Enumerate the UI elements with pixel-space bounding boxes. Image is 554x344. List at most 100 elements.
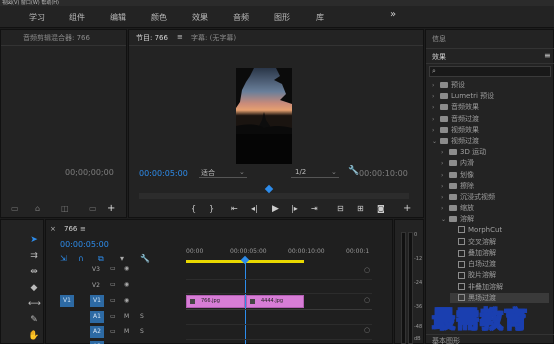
scroll-handle-icon[interactable]: ○ bbox=[364, 266, 370, 274]
workspace-tab-libraries[interactable]: 库 bbox=[316, 12, 324, 23]
tab-effects[interactable]: 效果 bbox=[432, 52, 446, 62]
program-current-timecode[interactable]: 00:00:05:00 bbox=[139, 169, 188, 178]
chevron-right-icon[interactable]: › bbox=[432, 127, 440, 134]
hand-tool-icon[interactable]: ✋ bbox=[28, 330, 40, 342]
wrench-icon[interactable]: 🔧 bbox=[140, 254, 150, 263]
panel-menu-icon[interactable]: ≡ bbox=[80, 225, 86, 233]
razor-tool-icon[interactable]: ◆ bbox=[28, 282, 40, 294]
time-ruler[interactable]: 00:00 00:00:05:00 00:00:10:00 00:00:1 bbox=[186, 244, 386, 266]
timeline-timecode[interactable]: 00:00:05:00 bbox=[60, 240, 109, 249]
insert-icon[interactable]: ⊟ bbox=[337, 204, 344, 213]
chevron-right-icon[interactable]: › bbox=[441, 183, 449, 190]
workspace-tab-learn[interactable]: 学习 bbox=[29, 12, 45, 23]
sync-lock-icon[interactable]: ▭ bbox=[110, 265, 116, 272]
selection-tool-icon[interactable]: ➤ bbox=[28, 234, 40, 246]
eye-icon[interactable]: ◉ bbox=[124, 265, 129, 272]
mute-button[interactable]: M bbox=[124, 328, 129, 335]
effect-item[interactable]: MorphCut bbox=[450, 226, 502, 234]
effect-folder[interactable]: › 音频效果 bbox=[432, 102, 479, 112]
chevron-right-icon[interactable]: › bbox=[432, 82, 440, 89]
slip-tool-icon[interactable]: ⟷ bbox=[28, 298, 41, 310]
panel-menu-icon[interactable]: ≡ bbox=[177, 33, 183, 41]
clip-4444[interactable]: 4444.jpg bbox=[246, 295, 304, 308]
more-workspaces-button[interactable]: » bbox=[390, 9, 396, 20]
track-target-a2[interactable]: A2 bbox=[90, 326, 104, 338]
sync-lock-icon[interactable]: ▭ bbox=[110, 297, 116, 304]
solo-button[interactable]: S bbox=[140, 313, 144, 320]
effect-folder[interactable]: › 沉浸式视频 bbox=[441, 192, 495, 202]
workspace-tab-graphics[interactable]: 图形 bbox=[274, 12, 290, 23]
go-to-out-icon[interactable]: ⇥ bbox=[311, 204, 318, 213]
workspace-tab-color[interactable]: 颜色 bbox=[151, 12, 167, 23]
effect-item[interactable]: 胶片溶解 bbox=[450, 270, 496, 280]
wrench-icon[interactable]: 🔧 bbox=[348, 166, 359, 176]
tool-icon[interactable]: ▭ bbox=[11, 204, 19, 213]
nest-icon[interactable]: ⇲ bbox=[60, 254, 67, 263]
eye-icon[interactable]: ◉ bbox=[124, 281, 129, 288]
export-frame-icon[interactable]: ◙ bbox=[377, 204, 385, 213]
effect-folder[interactable]: › 音频过渡 bbox=[432, 114, 479, 124]
playhead-scrub-bar[interactable] bbox=[139, 193, 409, 199]
chevron-right-icon[interactable]: › bbox=[432, 116, 440, 123]
linked-selection-icon[interactable]: ⧉ bbox=[98, 254, 104, 264]
tab-captions[interactable]: 字幕: (无字幕) bbox=[191, 33, 236, 43]
scroll-handle-icon[interactable]: ○ bbox=[364, 296, 370, 304]
sync-lock-icon[interactable]: ▭ bbox=[110, 328, 116, 335]
track-select-tool-icon[interactable]: ⇉ bbox=[28, 250, 40, 262]
workspace-tab-editing[interactable]: 编辑 bbox=[110, 12, 126, 23]
resolution-select[interactable]: 1/2 ⌄ bbox=[291, 167, 339, 178]
eye-icon[interactable]: ◉ bbox=[124, 297, 129, 304]
mute-button[interactable]: M bbox=[124, 313, 129, 320]
effect-folder[interactable]: › 3D 运动 bbox=[441, 147, 486, 157]
close-icon[interactable]: × bbox=[50, 225, 56, 233]
chevron-down-icon[interactable]: ⌄ bbox=[432, 138, 440, 145]
info-panel-title[interactable]: 信息 bbox=[432, 34, 446, 44]
chevron-right-icon[interactable]: › bbox=[441, 205, 449, 212]
track-target-v1[interactable]: V1 bbox=[90, 295, 104, 307]
play-icon[interactable]: ▶ bbox=[272, 204, 279, 214]
effect-item[interactable]: 叠加溶解 bbox=[450, 248, 496, 258]
effect-folder[interactable]: › 内滑 bbox=[441, 158, 474, 168]
chevron-right-icon[interactable]: › bbox=[441, 172, 449, 179]
workspace-tab-effects[interactable]: 效果 bbox=[192, 12, 208, 23]
chevron-right-icon[interactable]: › bbox=[432, 104, 440, 111]
add-marker-icon[interactable]: ▾ bbox=[120, 254, 124, 263]
workspace-tab-assembly[interactable]: 组件 bbox=[69, 12, 85, 23]
sync-lock-icon[interactable]: ▭ bbox=[110, 313, 116, 320]
step-back-icon[interactable]: ◂| bbox=[251, 204, 258, 213]
effect-folder[interactable]: › 视频效果 bbox=[432, 125, 479, 135]
go-to-in-icon[interactable]: ⇤ bbox=[231, 204, 238, 213]
solo-button[interactable]: S bbox=[140, 328, 144, 335]
pen-tool-icon[interactable]: ✎ bbox=[28, 314, 40, 326]
track-target-a1[interactable]: A1 bbox=[90, 311, 104, 323]
essential-graphics-tab[interactable]: 基本图形 bbox=[426, 334, 554, 344]
mark-in-icon[interactable]: { bbox=[191, 204, 196, 213]
tool-icon[interactable]: ◫ bbox=[61, 204, 69, 213]
sync-lock-icon[interactable]: ▭ bbox=[110, 281, 116, 288]
add-button[interactable]: + bbox=[403, 203, 411, 214]
source-patch-v1[interactable]: V1 bbox=[60, 295, 74, 307]
snap-icon[interactable]: ∩ bbox=[78, 254, 84, 263]
playhead-marker[interactable] bbox=[264, 184, 274, 194]
step-forward-icon[interactable]: |▸ bbox=[291, 204, 298, 213]
effect-folder[interactable]: ⌄ 溶解 bbox=[441, 214, 474, 224]
effect-folder[interactable]: › 擦除 bbox=[441, 181, 474, 191]
effect-folder[interactable]: › Lumetri 预设 bbox=[432, 91, 494, 101]
tool-icon[interactable]: ⌂ bbox=[35, 204, 40, 213]
effect-folder[interactable]: › 预设 bbox=[432, 80, 465, 90]
mark-out-icon[interactable]: } bbox=[209, 204, 214, 213]
effect-folder[interactable]: › 划像 bbox=[441, 170, 474, 180]
ripple-edit-tool-icon[interactable]: ⇹ bbox=[28, 266, 40, 278]
panel-menu-icon[interactable]: ≡ bbox=[544, 51, 551, 60]
chevron-right-icon[interactable]: › bbox=[441, 194, 449, 201]
effect-folder[interactable]: ⌄ 视频过渡 bbox=[432, 136, 479, 146]
effect-folder[interactable]: › 缩放 bbox=[441, 203, 474, 213]
clip-766[interactable]: 766.jpg bbox=[186, 295, 245, 308]
effect-item[interactable]: 白场过渡 bbox=[450, 259, 496, 269]
add-button[interactable]: + bbox=[107, 203, 115, 214]
tab-audio-clip-mixer[interactable]: 音频剪辑混合器: 766 bbox=[23, 33, 90, 43]
chevron-right-icon[interactable]: › bbox=[441, 149, 449, 156]
tool-icon[interactable]: ▭ bbox=[89, 204, 97, 213]
workspace-tab-audio[interactable]: 音频 bbox=[233, 12, 249, 23]
effects-search-input[interactable]: ⌕ bbox=[429, 66, 551, 77]
